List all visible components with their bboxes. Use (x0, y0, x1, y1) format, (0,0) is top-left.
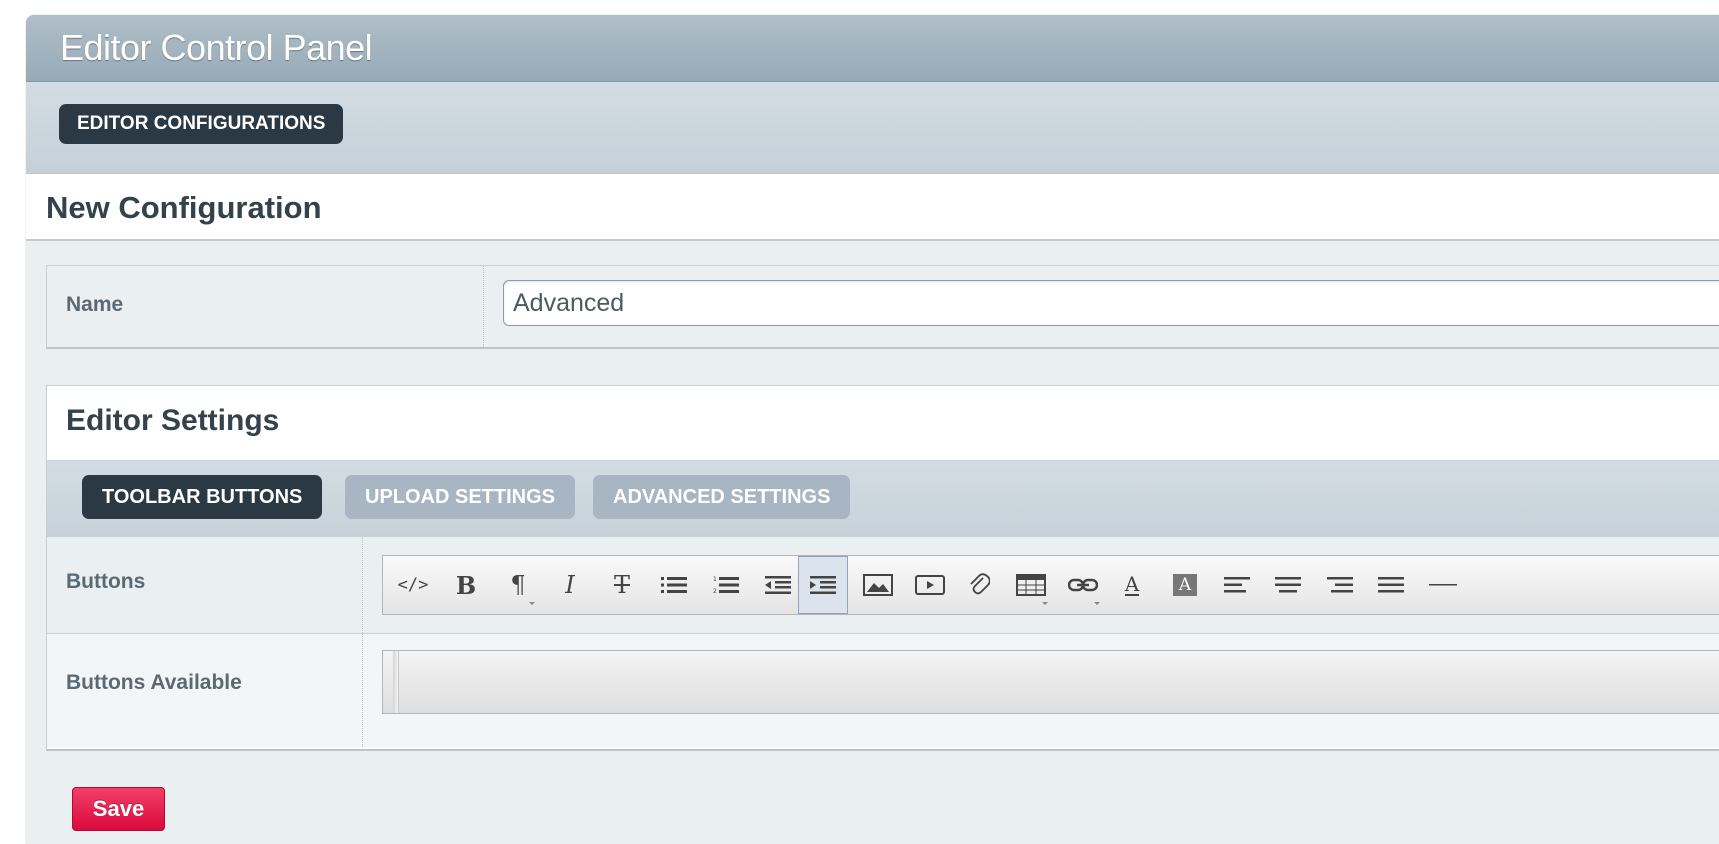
editor-settings-title: Editor Settings (66, 404, 280, 437)
paragraph-format-icon[interactable]: ¶ (492, 556, 544, 614)
svg-text:1: 1 (713, 576, 717, 583)
tab-upload-settings[interactable]: UPLOAD SETTINGS (345, 475, 576, 519)
svg-text:2: 2 (713, 588, 717, 594)
italic-glyph: I (565, 571, 575, 599)
buttons-row: Buttons </> B ¶ I T 1 2 A A (47, 537, 1719, 634)
bold-glyph: B (455, 570, 477, 600)
buttons-label: Buttons (66, 570, 146, 593)
outdent-icon[interactable] (752, 556, 804, 614)
link-icon[interactable] (1057, 556, 1109, 614)
strike-glyph: T (613, 571, 630, 599)
ordered-list-icon[interactable]: 12 (700, 556, 752, 614)
row-divider (483, 266, 484, 347)
settings-tabs-bar: TOOLBAR BUTTONS UPLOAD SETTINGS ADVANCED… (47, 460, 1719, 537)
save-button[interactable]: Save (72, 787, 165, 831)
page-title: New Configuration (46, 190, 322, 225)
html-glyph: </> (397, 575, 429, 595)
file-attachment-icon[interactable] (953, 556, 1005, 614)
buttons-available-label: Buttons Available (66, 671, 242, 694)
buttons-available-dropzone[interactable] (382, 650, 1719, 714)
strikethrough-icon[interactable]: T (596, 556, 648, 614)
html-code-icon[interactable]: </> (387, 556, 439, 614)
name-field-row: Name (46, 265, 1719, 349)
background-color-glyph: A (1173, 574, 1197, 596)
bold-icon[interactable]: B (440, 556, 492, 614)
row-divider (362, 634, 363, 747)
name-input[interactable] (503, 280, 1719, 326)
image-icon[interactable] (852, 556, 904, 614)
indent-icon[interactable] (798, 556, 848, 614)
buttons-available-row: Buttons Available (47, 634, 1719, 747)
chevron-down-icon (1094, 602, 1100, 605)
row-divider (362, 537, 363, 633)
horizontal-rule-icon[interactable] (1417, 556, 1469, 614)
tab-advanced-settings[interactable]: ADVANCED SETTINGS (593, 475, 851, 519)
panel-title: Editor Control Panel (60, 27, 373, 68)
justify-icon[interactable] (1365, 556, 1417, 614)
tab-toolbar-buttons[interactable]: TOOLBAR BUTTONS (82, 475, 323, 519)
editor-control-panel: Editor Control Panel EDITOR CONFIGURATIO… (26, 15, 1719, 844)
table-icon[interactable] (1005, 556, 1057, 614)
panel-header: Editor Control Panel (26, 15, 1719, 82)
editor-settings-panel: Editor Settings TOOLBAR BUTTONS UPLOAD S… (46, 385, 1719, 751)
editor-configurations-button[interactable]: EDITOR CONFIGURATIONS (59, 104, 344, 144)
video-icon[interactable] (904, 556, 956, 614)
align-left-icon[interactable] (1211, 556, 1263, 614)
font-color-icon[interactable]: A (1106, 556, 1158, 614)
align-center-icon[interactable] (1262, 556, 1314, 614)
font-color-glyph: A (1124, 572, 1140, 596)
name-label: Name (66, 293, 124, 316)
chevron-down-icon (1042, 602, 1048, 605)
chevron-down-icon (529, 602, 535, 605)
editor-toolbar: </> B ¶ I T 12 A A (382, 555, 1719, 615)
drag-handle[interactable] (393, 651, 399, 713)
paragraph-glyph: ¶ (510, 571, 526, 599)
page-heading: New Configuration (26, 174, 1719, 241)
background-color-icon[interactable]: A (1159, 556, 1211, 614)
unordered-list-icon[interactable] (648, 556, 700, 614)
align-right-icon[interactable] (1314, 556, 1366, 614)
italic-icon[interactable]: I (544, 556, 596, 614)
subnav-bar: EDITOR CONFIGURATIONS (26, 82, 1719, 174)
